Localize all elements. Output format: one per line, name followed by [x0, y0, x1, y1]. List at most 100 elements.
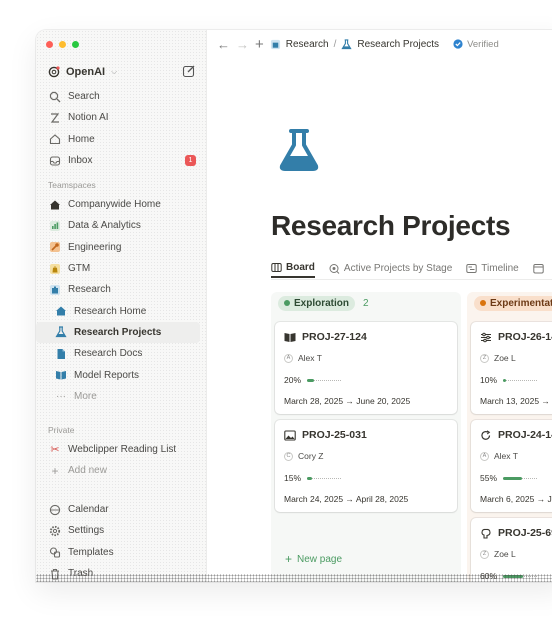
sidebar-item-more[interactable]: ··· More	[36, 386, 206, 407]
sidebar-item-engineering[interactable]: Engineering	[36, 237, 206, 258]
breadcrumb-research[interactable]: Research	[286, 39, 329, 50]
app-window: OpenAI ⌵ Search Notion AI Home Inbox 1 T…	[36, 30, 552, 582]
sidebar-item-label: Webclipper Reading List	[68, 444, 177, 456]
sidebar-item-research-docs[interactable]: Research Docs	[36, 343, 206, 364]
sidebar-item-label: Trash	[68, 568, 94, 580]
sidebar-item-webclipper-reading-list[interactable]: ✂ Webclipper Reading List	[36, 439, 206, 460]
progress-bar	[503, 574, 538, 578]
flask-icon	[341, 38, 352, 49]
card-owner: A Alex T	[480, 451, 518, 461]
column-header[interactable]: Exploration 2	[271, 292, 461, 314]
avatar: C	[284, 451, 293, 461]
project-card[interactable]: PROJ-26-14 Z Zoe L 10% March 13, 2025 → …	[471, 322, 552, 414]
progress-bar	[307, 476, 342, 480]
card-owner: A Alex T	[284, 353, 322, 363]
avatar: Z	[480, 549, 489, 559]
new-page-button[interactable]: + New page	[285, 552, 342, 566]
scissors-icon: ✂	[50, 444, 60, 457]
refresh-icon	[481, 429, 491, 440]
plus-icon: +	[285, 552, 293, 566]
inbox-count-badge: 1	[185, 154, 196, 166]
breadcrumb-research-projects[interactable]: Research Projects	[357, 39, 439, 50]
status-dot-icon	[480, 300, 486, 306]
tab-board[interactable]: Board	[271, 258, 315, 278]
sidebar-item-add-new[interactable]: + Add new	[36, 460, 206, 481]
tab-timeline[interactable]: Timeline	[466, 258, 519, 278]
sidebar-item-settings[interactable]: Settings	[36, 520, 206, 541]
private-section: Private ✂ Webclipper Reading List + Add …	[36, 421, 206, 482]
sidebar-item-label: Data & Analytics	[68, 220, 141, 232]
sidebar-item-trash[interactable]: Trash	[36, 563, 206, 582]
view-tabs: Board Active Projects by Stage Timeline	[271, 258, 552, 278]
verified-status[interactable]: Verified	[453, 39, 499, 50]
stage-icon	[329, 263, 340, 274]
sidebar-item-label: Research Home	[74, 305, 147, 317]
flask-icon[interactable]	[277, 128, 321, 172]
document-icon	[54, 347, 68, 361]
verified-label: Verified	[467, 38, 499, 50]
back-arrow-icon[interactable]: ←	[217, 38, 230, 51]
gear-icon	[48, 524, 62, 538]
window-controls	[46, 41, 79, 48]
sidebar-item-home[interactable]: Home	[36, 129, 206, 150]
book-icon	[54, 368, 68, 382]
card-progress: 55%	[480, 473, 538, 483]
sidebar-item-research-projects[interactable]: Research Projects	[36, 321, 200, 344]
sidebar-item-search[interactable]: Search	[36, 86, 206, 107]
card-title: PROJ-26-14	[498, 331, 552, 343]
image-icon	[284, 429, 296, 441]
sidebar-item-label: Companywide Home	[68, 199, 161, 211]
close-window-button[interactable]	[46, 41, 53, 48]
project-card[interactable]: PROJ-25-031 C Cory Z 15% March 24, 2025 …	[275, 420, 457, 512]
sidebar-item-inbox[interactable]: Inbox 1	[36, 150, 206, 171]
sidebar-item-companywide-home[interactable]: Companywide Home	[36, 194, 206, 215]
sidebar-item-label: Notion AI	[68, 112, 109, 124]
card-owner: C Cory Z	[284, 451, 324, 461]
breadcrumb: Research / Research Projects	[270, 39, 439, 50]
sidebar-item-research-home[interactable]: Research Home	[36, 300, 206, 321]
avatar: Z	[480, 353, 489, 363]
tab-label: Board	[286, 261, 315, 273]
workspace-switcher[interactable]: OpenAI ⌵	[48, 63, 196, 81]
card-progress: 15%	[284, 473, 342, 483]
sidebar-top-nav: Search Notion AI Home Inbox 1	[36, 86, 206, 171]
card-progress: 20%	[284, 375, 342, 385]
project-card[interactable]: PROJ-24-14 A Alex T 55% March 6, 2025 → …	[471, 420, 552, 512]
project-card[interactable]: PROJ-25-69 Z Zoe L 60%	[471, 518, 552, 582]
progress-value: 60%	[480, 571, 498, 581]
sidebar-item-calendar[interactable]: Calendar	[36, 499, 206, 520]
project-card[interactable]: PROJ-27-124 A Alex T 20% March 28, 2025 …	[275, 322, 457, 414]
sidebar-item-model-reports[interactable]: Model Reports	[36, 364, 206, 385]
calendar-icon	[533, 263, 544, 273]
more-dots-icon: ···	[56, 390, 66, 402]
page-title[interactable]: Research Projects	[271, 210, 511, 242]
card-progress: 10%	[480, 375, 538, 385]
add-plus-icon[interactable]: +	[255, 37, 264, 52]
maximize-window-button[interactable]	[72, 41, 79, 48]
sidebar-item-label: Inbox	[68, 155, 93, 167]
sidebar-item-notion-ai[interactable]: Notion AI	[36, 107, 206, 128]
card-date-range: March 24, 2025 → April 28, 2025	[284, 494, 409, 504]
avatar: A	[480, 451, 489, 461]
progress-value: 10%	[480, 375, 498, 385]
new-page-compose-icon[interactable]	[182, 64, 196, 78]
owner-name: Zoe L	[494, 353, 516, 363]
building-icon	[48, 283, 62, 297]
card-title: PROJ-25-69	[498, 527, 552, 539]
calendar-icon	[48, 503, 62, 517]
forward-arrow-icon[interactable]: →	[236, 38, 249, 51]
minimize-window-button[interactable]	[59, 41, 66, 48]
tab-active-projects-by-stage[interactable]: Active Projects by Stage	[329, 258, 452, 278]
notion-ai-icon	[48, 111, 62, 125]
sidebar-item-templates[interactable]: Templates	[36, 542, 206, 563]
board-column-exploration: Exploration 2 PROJ-27-124 A Alex T 20% M…	[271, 292, 461, 582]
column-header[interactable]: Experimentation	[467, 292, 552, 314]
sidebar-item-label: Settings	[68, 525, 105, 537]
tab-calendar[interactable]	[533, 258, 544, 278]
sidebar-item-gtm[interactable]: GTM	[36, 258, 206, 279]
sidebar-item-research[interactable]: Research	[36, 279, 206, 300]
sidebar-item-data-analytics[interactable]: Data & Analytics	[36, 215, 206, 236]
sidebar-item-label: Research	[68, 284, 111, 296]
progress-bar	[503, 476, 538, 480]
owner-name: Zoe L	[494, 549, 516, 559]
